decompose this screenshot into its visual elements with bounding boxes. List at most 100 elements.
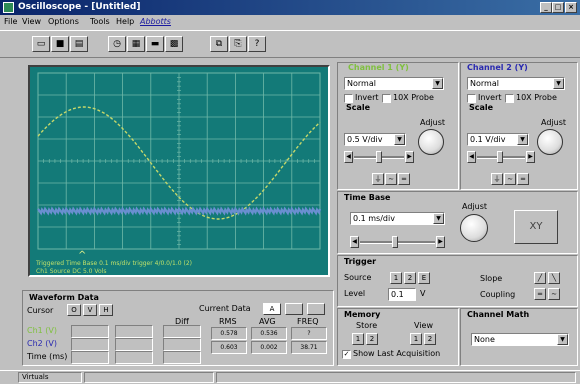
memory-view-1-button[interactable]: 1	[410, 333, 422, 345]
slider-thumb[interactable]	[376, 151, 382, 163]
copy-icon[interactable]: ⧉	[210, 36, 228, 52]
channel1-position-slider[interactable]: ◀ ▶	[344, 151, 414, 163]
menu-help[interactable]: Help	[116, 17, 134, 26]
channel1-title: Channel 1 (Y)	[348, 63, 409, 72]
ch2-freq-field: 38.71	[291, 341, 327, 354]
chevron-down-icon: ▼	[394, 134, 405, 145]
channel2-mode-select[interactable]: Normal ▼	[467, 77, 565, 90]
current-data-c-button[interactable]	[307, 303, 325, 315]
slider-thumb[interactable]	[497, 151, 503, 163]
menu-view[interactable]: View	[22, 17, 41, 26]
channel-math-panel: Channel Math None ▼	[460, 308, 578, 366]
trigger-panel: Trigger Source 1 2 E Level 0.1 V Slope ╱…	[337, 255, 578, 307]
chevron-right-icon[interactable]: ▶	[526, 151, 535, 163]
channel2-mode-value: Normal	[470, 79, 499, 88]
chevron-left-icon[interactable]: ◀	[350, 236, 359, 248]
row-label-ch2: Ch2 (V)	[27, 339, 58, 348]
waveform-title: Waveform Data	[29, 293, 99, 302]
paste-icon[interactable]: ⎘	[229, 36, 247, 52]
channel1-ground-icon[interactable]: ⏚	[372, 173, 384, 185]
current-data-a-button[interactable]: A	[263, 303, 281, 315]
trigger-level-input[interactable]: 0.1	[388, 288, 416, 301]
screen-status-line1: Triggered Time Base 0.1 ms/div trigger 4…	[36, 260, 192, 267]
timebase-select[interactable]: 0.1 ms/div ▼	[350, 212, 445, 225]
waveform-data-panel: Waveform Data Cursor O V H Current Data …	[22, 290, 334, 366]
memory-view-2-button[interactable]: 2	[424, 333, 436, 345]
channel-math-select[interactable]: None ▼	[471, 333, 569, 346]
chevron-down-icon: ▼	[557, 334, 568, 345]
channel2-ground-icon[interactable]: ⏚	[491, 173, 503, 185]
ch1-avg-field: 0.536	[251, 327, 287, 340]
save-icon[interactable]: ■	[51, 36, 69, 52]
channel2-probe-label: 10X Probe	[516, 93, 557, 102]
status-pane-3	[216, 372, 576, 383]
cursor-horizontal-button[interactable]: H	[99, 304, 113, 316]
channel1-mode-select[interactable]: Normal ▼	[344, 77, 444, 90]
chevron-down-icon: ▼	[433, 213, 444, 224]
maximize-button[interactable]: □	[552, 2, 564, 13]
chevron-right-icon[interactable]: ▶	[436, 236, 445, 248]
channel1-ac-icon[interactable]: ∼	[385, 173, 397, 185]
clock-icon[interactable]: ◷	[108, 36, 126, 52]
slope-falling-icon[interactable]: ╲	[548, 272, 560, 284]
channel2-invert-checkbox[interactable]	[467, 94, 476, 103]
channel1-scale-select[interactable]: 0.5 V/div ▼	[344, 133, 406, 146]
slider-thumb[interactable]	[392, 236, 398, 248]
menu-file[interactable]: File	[4, 17, 17, 26]
timebase-slider[interactable]: ◀ ▶	[350, 236, 445, 248]
cursor-vertical-button[interactable]: V	[83, 304, 97, 316]
channel1-probe-checkbox[interactable]	[382, 94, 391, 103]
timebase-adjust-knob[interactable]	[460, 214, 488, 242]
trigger-source-1-button[interactable]: 1	[390, 272, 402, 284]
channel1-scale-label: Scale	[346, 103, 371, 112]
trigger-source-2-button[interactable]: 2	[404, 272, 416, 284]
display-icon[interactable]: ▦	[127, 36, 145, 52]
coupling-dc-icon[interactable]: ═	[534, 288, 546, 300]
channel2-probe-checkbox[interactable]	[505, 94, 514, 103]
menu-tools[interactable]: Tools	[90, 17, 110, 26]
chevron-left-icon[interactable]: ◀	[344, 151, 353, 163]
timebase-value: 0.1 ms/div	[353, 214, 395, 223]
cursor1-ch1-field	[71, 325, 109, 338]
trigger-source-e-button[interactable]: E	[418, 272, 430, 284]
waveform-icon[interactable]: ▬	[146, 36, 164, 52]
status-pane-2	[84, 372, 214, 383]
timebase-adjust-label: Adjust	[462, 202, 488, 211]
channel1-dc-icon[interactable]: ═	[398, 173, 410, 185]
close-button[interactable]: ×	[565, 2, 577, 13]
freq-header: FREQ	[297, 317, 319, 326]
chevron-left-icon[interactable]: ◀	[467, 151, 476, 163]
minimize-button[interactable]: _	[540, 2, 552, 13]
help-cursor-icon[interactable]: ?	[248, 36, 266, 52]
current-data-b-button[interactable]	[285, 303, 303, 315]
channel1-adjust-knob[interactable]	[418, 129, 444, 155]
channel2-scale-select[interactable]: 0.1 V/div ▼	[467, 133, 529, 146]
grid-icon[interactable]: ▩	[165, 36, 183, 52]
channel2-adjust-knob[interactable]	[537, 129, 563, 155]
cursor2-ch1-field	[115, 325, 153, 338]
slope-rising-icon[interactable]: ╱	[534, 272, 546, 284]
channel2-dc-icon[interactable]: ═	[517, 173, 529, 185]
print-icon[interactable]: ▤	[70, 36, 88, 52]
channel2-panel: Channel 2 (Y) Normal ▼ Invert 10X Probe S…	[460, 62, 578, 190]
chevron-down-icon: ▼	[553, 78, 564, 89]
channel1-invert-checkbox[interactable]	[344, 94, 353, 103]
show-last-label: Show Last Acquisition	[353, 349, 441, 358]
memory-store-2-button[interactable]: 2	[366, 333, 378, 345]
channel-math-title: Channel Math	[467, 310, 530, 319]
channel2-position-slider[interactable]: ◀ ▶	[467, 151, 535, 163]
trigger-source-label: Source	[344, 273, 372, 282]
row-label-ch1: Ch1 (V)	[27, 326, 58, 335]
show-last-checkbox[interactable]: ✓	[342, 350, 351, 359]
memory-store-1-button[interactable]: 1	[352, 333, 364, 345]
row-label-time: Time (ms)	[27, 352, 68, 361]
coupling-ac-icon[interactable]: ∼	[548, 288, 560, 300]
open-icon[interactable]: ▭	[32, 36, 50, 52]
menu-options[interactable]: Options	[48, 17, 79, 26]
cursor-off-button[interactable]: O	[67, 304, 81, 316]
channel2-ac-icon[interactable]: ∼	[504, 173, 516, 185]
channel2-scale-label: Scale	[469, 103, 494, 112]
chevron-right-icon[interactable]: ▶	[405, 151, 414, 163]
menu-extra[interactable]: Abbotts	[140, 17, 171, 26]
xy-button[interactable]: XY	[514, 210, 558, 244]
